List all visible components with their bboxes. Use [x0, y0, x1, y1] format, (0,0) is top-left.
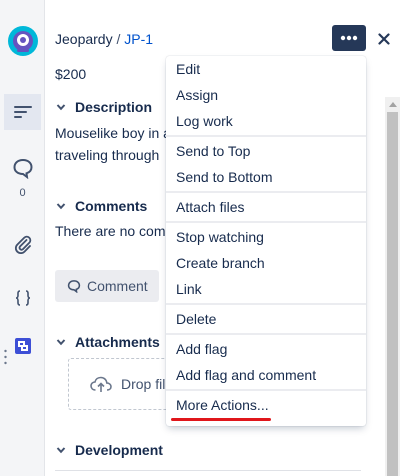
comment-button[interactable]: Comment: [55, 270, 159, 302]
menu-group: Attach files: [166, 191, 366, 221]
resize-handle-icon[interactable]: [4, 349, 7, 365]
issue-price: $200: [55, 66, 87, 82]
chevron-down-icon: [56, 447, 66, 454]
menu-group: More Actions...: [166, 389, 366, 419]
caret-up-icon: [388, 101, 397, 107]
menu-item-link[interactable]: Link: [166, 276, 366, 302]
comments-heading-label: Comments: [75, 198, 148, 214]
rail-comments-button[interactable]: [4, 150, 41, 186]
menu-item-log-work[interactable]: Log work: [166, 108, 366, 134]
menu-item-send-to-top[interactable]: Send to Top: [166, 138, 366, 164]
more-actions-button[interactable]: [332, 25, 366, 51]
integration-icon: [14, 338, 31, 354]
details-icon: [13, 106, 32, 118]
development-heading[interactable]: Development: [55, 442, 163, 458]
description-heading[interactable]: Description: [55, 99, 152, 115]
menu-item-send-to-bottom[interactable]: Send to Bottom: [166, 164, 366, 190]
breadcrumb: Jeopardy / JP-1: [55, 31, 153, 47]
menu-group: Add flag Add flag and comment: [166, 333, 366, 389]
menu-item-more-actions[interactable]: More Actions...: [166, 392, 366, 418]
comments-heading[interactable]: Comments: [55, 198, 147, 214]
chevron-down-icon: [56, 104, 66, 111]
menu-item-add-flag-and-comment[interactable]: Add flag and comment: [166, 362, 366, 388]
scroll-up-button[interactable]: [385, 97, 400, 111]
breadcrumb-separator: /: [116, 31, 121, 47]
menu-group: Edit Assign Log work: [166, 56, 366, 135]
highlight-underline: [171, 418, 271, 421]
more-actions-menu: Edit Assign Log work Send to Top Send to…: [166, 56, 366, 426]
menu-group: Send to Top Send to Bottom: [166, 135, 366, 191]
scrollbar-thumb[interactable]: [387, 112, 398, 476]
more-horizontal-icon: [340, 35, 358, 41]
attachments-heading-label: Attachments: [75, 334, 160, 350]
breadcrumb-issue-key[interactable]: JP-1: [124, 31, 153, 47]
comment-count: 0: [19, 187, 26, 199]
description-heading-label: Description: [75, 99, 153, 115]
menu-item-stop-watching[interactable]: Stop watching: [166, 224, 366, 250]
menu-item-add-flag[interactable]: Add flag: [166, 336, 366, 362]
comment-button-label: Comment: [87, 278, 148, 294]
cloud-upload-icon: [90, 376, 112, 392]
menu-item-delete[interactable]: Delete: [166, 306, 366, 332]
description-line-1[interactable]: Mouselike boy in a: [55, 122, 171, 144]
menu-item-assign[interactable]: Assign: [166, 82, 366, 108]
rail-attachments-button[interactable]: [4, 226, 41, 262]
close-button[interactable]: [373, 28, 395, 50]
menu-group: Delete: [166, 303, 366, 333]
comment-icon: [12, 158, 33, 179]
description-line-2[interactable]: traveling through: [55, 144, 159, 166]
comment-icon: [67, 280, 81, 293]
rail-code-button[interactable]: [4, 280, 41, 316]
menu-item-attach-files[interactable]: Attach files: [166, 194, 366, 220]
rail-details-button[interactable]: [4, 94, 41, 130]
attachment-icon: [14, 235, 31, 254]
left-rail: 0: [0, 0, 45, 476]
menu-item-create-branch[interactable]: Create branch: [166, 250, 366, 276]
chevron-down-icon: [56, 339, 66, 346]
close-icon: [378, 33, 390, 45]
chevron-down-icon: [56, 203, 66, 210]
attachments-heading[interactable]: Attachments: [55, 334, 160, 350]
code-braces-icon: [15, 290, 30, 306]
rail-integration-button[interactable]: [4, 328, 41, 364]
breadcrumb-project[interactable]: Jeopardy: [55, 31, 113, 47]
development-heading-label: Development: [75, 442, 163, 458]
menu-group: Stop watching Create branch Link: [166, 221, 366, 303]
comments-empty-text: There are no comm: [55, 223, 178, 239]
project-avatar-icon[interactable]: [7, 25, 39, 57]
menu-item-edit[interactable]: Edit: [166, 56, 366, 82]
divider: [55, 470, 361, 471]
